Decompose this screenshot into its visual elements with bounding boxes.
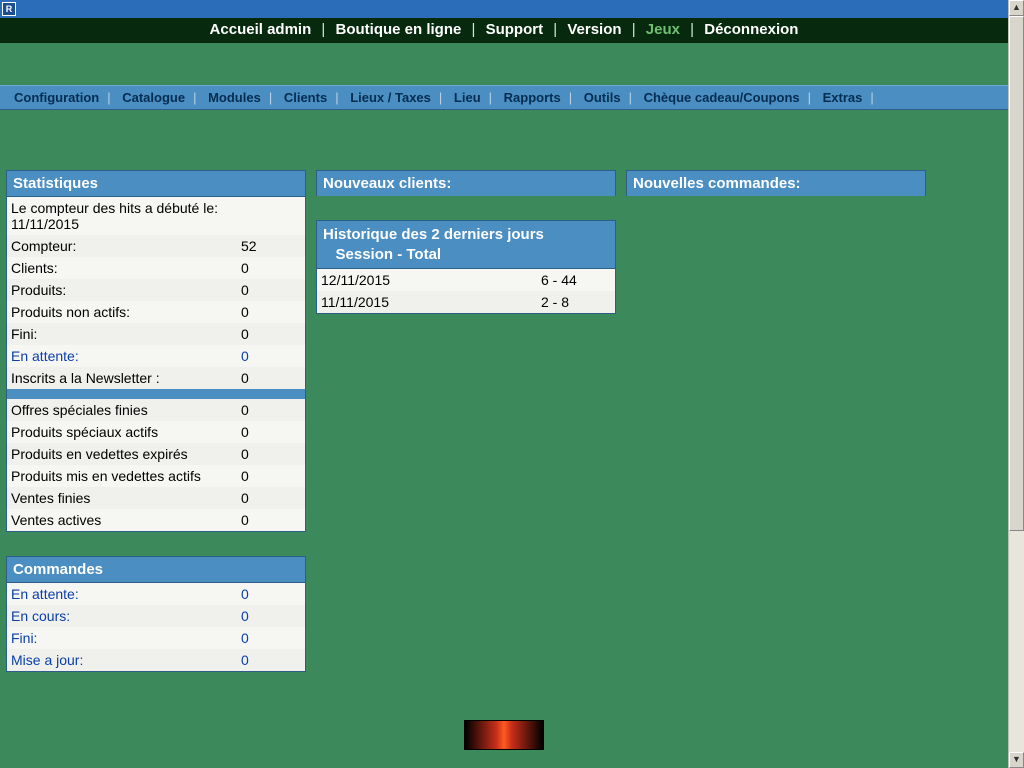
table-row: Ventes finies0 <box>7 487 305 509</box>
nav-support[interactable]: Support <box>486 21 544 38</box>
stats-en-attente-link[interactable]: En attente:0 <box>7 345 305 367</box>
scroll-thumb[interactable] <box>1009 16 1024 531</box>
scroll-track[interactable] <box>1009 16 1024 752</box>
history-panel: 12/11/20156 - 44 11/11/20152 - 8 <box>316 268 616 314</box>
subnav-clients[interactable]: Clients <box>276 90 335 105</box>
subnav-catalogue[interactable]: Catalogue <box>114 90 193 105</box>
subnav-extras[interactable]: Extras <box>815 90 871 105</box>
scroll-down-button[interactable]: ▼ <box>1009 752 1024 768</box>
subnav-lieux-taxes[interactable]: Lieux / Taxes <box>342 90 439 105</box>
nav-deconnexion[interactable]: Déconnexion <box>704 21 798 38</box>
stats-counter-started: Le compteur des hits a débuté le: 11/11/… <box>7 197 305 235</box>
top-nav: Accueil admin | Boutique en ligne | Supp… <box>0 18 1008 43</box>
new-orders-title: Nouvelles commandes: <box>626 170 926 196</box>
table-row: Clients:0 <box>7 257 305 279</box>
subnav-lieu[interactable]: Lieu <box>446 90 489 105</box>
orders-en-attente-link[interactable]: En attente:0 <box>7 583 305 605</box>
table-row: Produits mis en vedettes actifs0 <box>7 465 305 487</box>
history-header: Historique des 2 derniers jours Session … <box>316 220 616 268</box>
nav-version[interactable]: Version <box>567 21 621 38</box>
panel-divider <box>7 389 305 399</box>
scroll-up-button[interactable]: ▲ <box>1009 0 1024 16</box>
stats-title: Statistiques <box>6 170 306 196</box>
subnav-cheque-cadeau[interactable]: Chèque cadeau/Coupons <box>636 90 808 105</box>
table-row: Offres spéciales finies0 <box>7 399 305 421</box>
table-row: Produits spéciaux actifs0 <box>7 421 305 443</box>
stats-panel: Le compteur des hits a débuté le: 11/11/… <box>6 196 306 532</box>
window-titlebar: R <box>0 0 1008 18</box>
history-row: 12/11/20156 - 44 <box>317 269 615 291</box>
orders-panel: En attente:0 En cours:0 Fini:0 Mise a jo… <box>6 582 306 672</box>
orders-mise-a-jour-link[interactable]: Mise a jour:0 <box>7 649 305 671</box>
sub-nav: Configuration| Catalogue| Modules| Clien… <box>0 85 1008 110</box>
table-row: Fini:0 <box>7 323 305 345</box>
nav-jeux[interactable]: Jeux <box>646 21 680 38</box>
nav-boutique[interactable]: Boutique en ligne <box>336 21 462 38</box>
subnav-modules[interactable]: Modules <box>200 90 269 105</box>
subnav-outils[interactable]: Outils <box>576 90 629 105</box>
subnav-configuration[interactable]: Configuration <box>6 90 107 105</box>
table-row: Produits:0 <box>7 279 305 301</box>
app-icon: R <box>2 2 16 16</box>
table-row: Produits non actifs:0 <box>7 301 305 323</box>
orders-en-cours-link[interactable]: En cours:0 <box>7 605 305 627</box>
table-row: Compteur:52 <box>7 235 305 257</box>
subnav-rapports[interactable]: Rapports <box>496 90 569 105</box>
history-row: 11/11/20152 - 8 <box>317 291 615 313</box>
vertical-scrollbar[interactable]: ▲ ▼ <box>1008 0 1024 768</box>
orders-fini-link[interactable]: Fini:0 <box>7 627 305 649</box>
orders-title: Commandes <box>6 556 306 582</box>
footer-logo <box>464 720 544 750</box>
table-row: Inscrits a la Newsletter :0 <box>7 367 305 389</box>
table-row: Produits en vedettes expirés0 <box>7 443 305 465</box>
table-row: Ventes actives0 <box>7 509 305 531</box>
nav-accueil-admin[interactable]: Accueil admin <box>210 21 312 38</box>
new-customers-title: Nouveaux clients: <box>316 170 616 196</box>
